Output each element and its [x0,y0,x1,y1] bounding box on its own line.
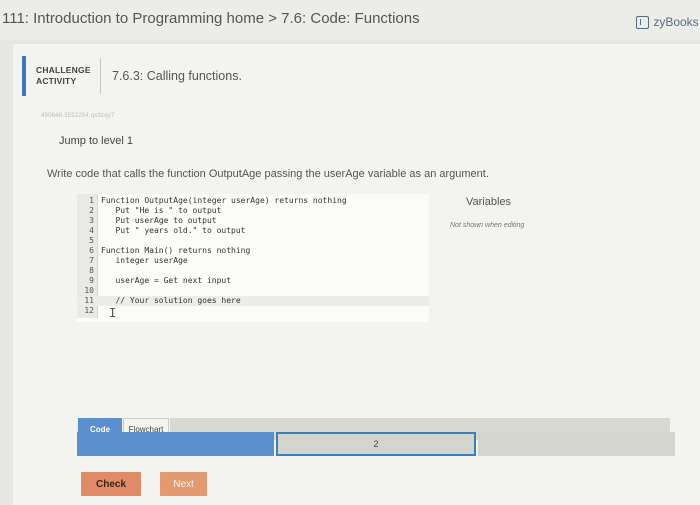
activity-type-label: CHALLENGE ACTIVITY [36,65,100,87]
level-heading: Jump to level 1 [59,135,133,147]
code-line[interactable]: 5 [77,236,429,246]
code-text: Function Main() returns nothing [101,246,251,255]
code-text: Function OutputAge(integer userAge) retu… [101,196,347,205]
line-number: 9 [89,276,94,285]
activity-title: 7.6.3: Calling functions. [112,69,242,83]
breadcrumb[interactable]: 111: Introduction to Programming home > … [2,10,420,27]
level-number: 1 [172,439,178,449]
line-number: 6 [89,246,94,255]
code-text: // Your solution goes here [101,296,241,305]
activity-accent-bar [22,56,26,96]
level-segment-3[interactable]: 3 [478,432,676,456]
text-cursor-icon: I [109,306,117,320]
line-number: 1 [89,196,94,205]
variables-note: Not shown when editing [450,222,525,229]
line-number: 10 [84,286,94,295]
level-segment-1[interactable]: 1 [77,432,274,456]
code-line[interactable]: 1 Function OutputAge(integer userAge) ret… [77,196,429,206]
zybooks-logo-icon [636,15,650,29]
activity-type-line2: ACTIVITY [36,76,77,86]
challenge-panel: CHALLENGE ACTIVITY 7.6.3: Calling functi… [13,44,700,505]
line-number: 4 [89,226,94,235]
line-number: 5 [89,236,94,245]
code-text: Put "He is " to output [101,206,222,215]
code-text: userAge = Get next input [101,276,232,285]
activity-header: CHALLENGE ACTIVITY 7.6.3: Calling functi… [22,56,242,96]
next-button[interactable]: Next [160,472,207,496]
variables-title: Variables [466,196,512,208]
top-bar: 111: Introduction to Programming home > … [0,0,700,40]
zybooks-brand-text: zyBooks c [653,15,700,29]
code-text: Put " years old." to output [101,226,246,235]
code-line[interactable]: 8 [77,266,429,276]
code-line[interactable]: 3 Put userAge to output [77,216,429,226]
code-text: integer userAge [101,256,188,265]
code-line[interactable]: 7 integer userAge [77,256,429,266]
activity-id: 490646.3532254.qx3zqy7 [41,113,115,119]
code-line[interactable]: 12 [77,306,429,316]
code-line[interactable]: 2 Put "He is " to output [77,206,429,216]
level-segment-2[interactable]: 2 [275,432,477,456]
level-number: 2 [373,439,379,449]
instructions-text: Write code that calls the function Outpu… [47,168,489,180]
header-divider [100,58,101,94]
activity-type-line1: CHALLENGE [36,65,91,75]
code-line[interactable]: 4 Put " years old." to output [77,226,429,236]
code-text: Put userAge to output [101,216,217,225]
zybooks-logo[interactable]: zyBooks c [636,15,700,29]
line-number: 7 [89,256,94,265]
level-progress-bar: 1 2 3 [77,432,677,456]
code-line[interactable]: 9 userAge = Get next input [77,276,429,286]
line-number: 12 [84,306,94,315]
line-number: 11 [84,296,94,305]
code-line-active[interactable]: 11 // Your solution goes here [77,296,429,306]
line-number: 3 [89,216,94,225]
code-line[interactable]: 10 [77,286,429,296]
code-editor[interactable]: 1 Function OutputAge(integer userAge) ret… [77,194,429,322]
line-number: 2 [89,206,94,215]
check-button[interactable]: Check [81,472,141,496]
code-line[interactable]: 6 Function Main() returns nothing [77,246,429,256]
line-number: 8 [89,266,94,275]
